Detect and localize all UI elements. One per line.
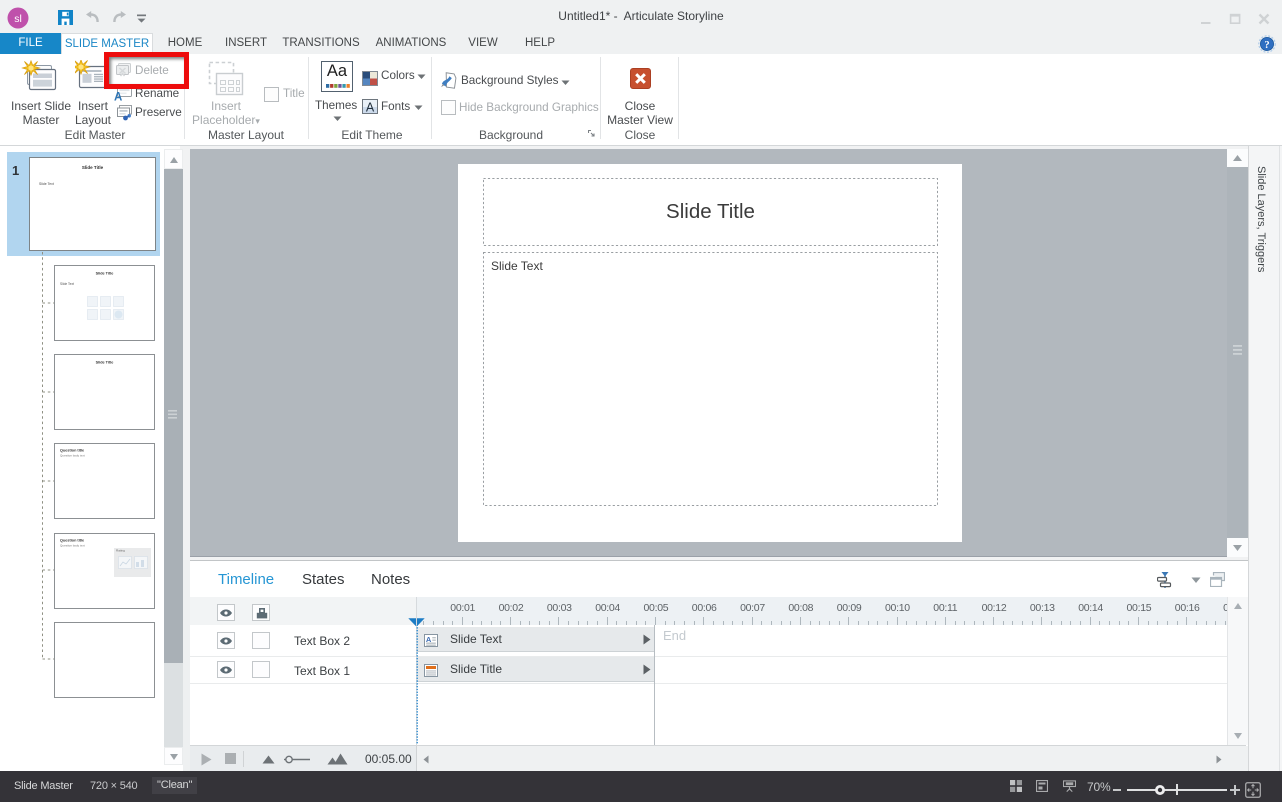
svg-text:?: ? bbox=[1264, 40, 1269, 51]
svg-text:A: A bbox=[426, 635, 432, 644]
svg-text:A: A bbox=[114, 92, 122, 102]
svg-text:A: A bbox=[366, 101, 375, 115]
